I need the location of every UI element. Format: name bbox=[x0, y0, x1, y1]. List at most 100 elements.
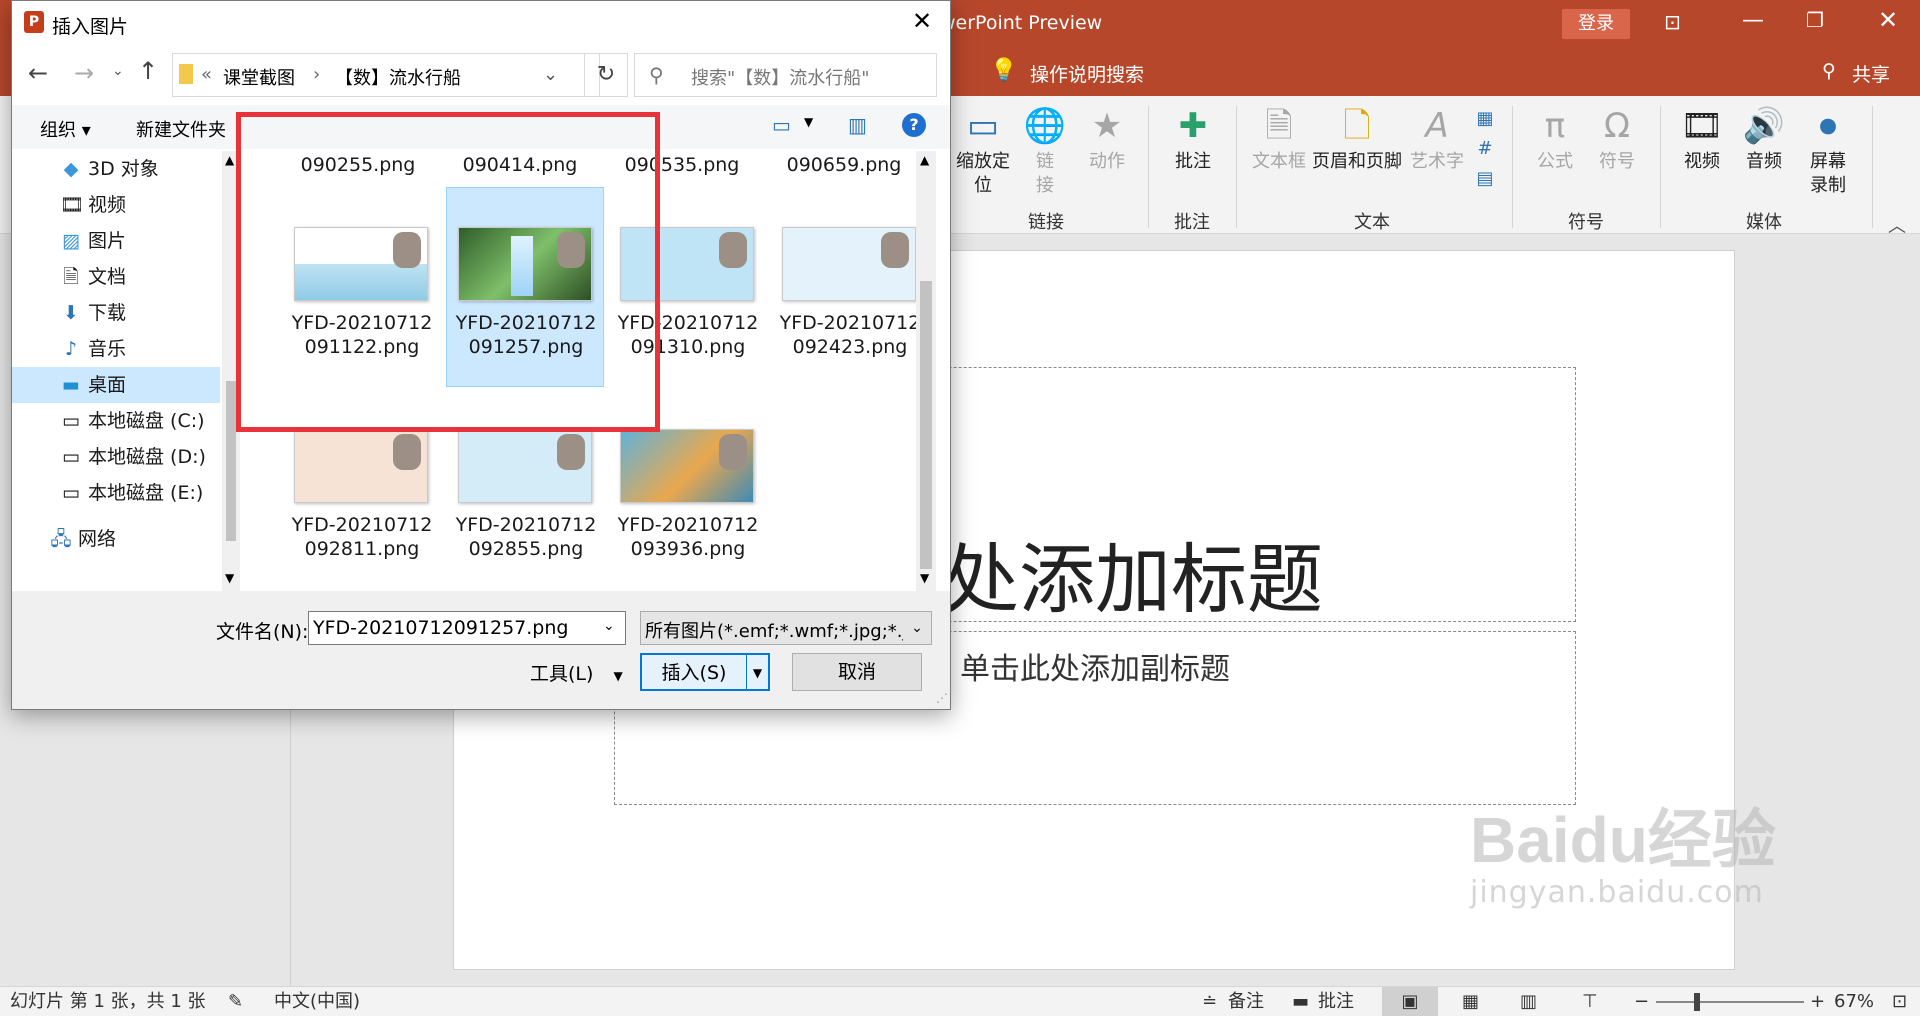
small-insert-buttons[interactable]: ▦ # ▤ bbox=[1470, 104, 1500, 194]
tools-button[interactable]: 工具(L) ▼ bbox=[530, 659, 623, 686]
forward-arrow-icon[interactable]: → bbox=[74, 59, 94, 87]
overflow-icon[interactable]: « bbox=[201, 64, 212, 85]
back-arrow-icon[interactable]: ← bbox=[28, 59, 48, 87]
watermark: Baidu经验 jingyan.baidu.com bbox=[1470, 805, 1776, 911]
insert-dropdown-icon[interactable]: ▼ bbox=[746, 655, 768, 689]
nav-item-drive-c[interactable]: ▭ 本地磁盘 (C:) bbox=[60, 405, 205, 437]
slideshow-icon[interactable]: ⊤ bbox=[1582, 987, 1598, 1016]
preview-pane-icon[interactable]: ▥ bbox=[848, 113, 867, 137]
tools-label: 工具(L) bbox=[530, 663, 594, 685]
nav-item-documents[interactable]: 🗎 文档 bbox=[60, 261, 126, 293]
nav-item-drive-e[interactable]: ▭ 本地磁盘 (E:) bbox=[60, 477, 203, 509]
recent-locations-icon[interactable]: ⌄ bbox=[112, 63, 124, 79]
header-footer-button[interactable]: 🗋 页眉和页脚 bbox=[1310, 104, 1404, 174]
equation-button[interactable]: π 公式 bbox=[1526, 104, 1584, 174]
search-input[interactable]: ⚲ 搜索"【数】流水行船" bbox=[634, 53, 937, 97]
header-footer-icon: 🗋 bbox=[1343, 106, 1371, 146]
textbox-button[interactable]: 🗎 文本框 bbox=[1250, 104, 1308, 174]
status-bar: 幻灯片 第 1 张，共 1 张 ✎ 中文(中国) ≐ 备注 ▬ 批注 ▣ ▦ ▥… bbox=[0, 986, 1920, 1016]
address-bar[interactable]: « 课堂截图 › 【数】流水行船 ⌄ bbox=[172, 53, 600, 97]
textbox-label: 文本框 bbox=[1252, 151, 1306, 172]
breadcrumb-item[interactable]: 【数】流水行船 bbox=[335, 64, 461, 90]
share-icon[interactable]: ⚲ bbox=[1822, 60, 1836, 82]
nav-item-drive-d[interactable]: ▭ 本地磁盘 (D:) bbox=[60, 441, 206, 473]
wordart-button[interactable]: A 艺术字 bbox=[1408, 104, 1466, 174]
organize-button[interactable]: 组织 ▾ bbox=[40, 116, 91, 142]
drive-icon: ▭ bbox=[62, 482, 80, 504]
nav-scroll-thumb[interactable] bbox=[226, 381, 236, 541]
insert-button[interactable]: 插入(S) ▼ bbox=[640, 653, 770, 691]
dialog-close-icon[interactable]: ✕ bbox=[912, 7, 932, 35]
filename-dropdown-icon[interactable]: ⌄ bbox=[603, 618, 615, 634]
audio-button[interactable]: 🔊 音频 bbox=[1736, 104, 1792, 174]
nav-label: 网络 bbox=[78, 528, 117, 550]
group-symbols: 符号 bbox=[1568, 212, 1604, 233]
change-view-icon[interactable]: ▭ bbox=[772, 113, 791, 137]
zoom-slider[interactable] bbox=[1656, 1001, 1804, 1003]
nav-item-pictures[interactable]: ▨ 图片 bbox=[60, 225, 126, 257]
file-name-line1: YFD-20210712 bbox=[291, 514, 433, 536]
notes-button[interactable]: 备注 bbox=[1228, 987, 1264, 1016]
audio-label: 音频 bbox=[1746, 151, 1782, 172]
red-highlight-annotation bbox=[236, 112, 660, 432]
scroll-up-icon[interactable]: ▲ bbox=[920, 153, 929, 167]
file-type-dropdown-icon[interactable]: ⌄ bbox=[903, 612, 931, 644]
object-icon: ▤ bbox=[1476, 168, 1494, 189]
group-text: 文本 bbox=[1354, 212, 1390, 233]
language-indicator[interactable]: 中文(中国) bbox=[274, 987, 360, 1016]
file-item[interactable]: YFD-20210712 092423.png bbox=[770, 187, 928, 387]
symbol-button[interactable]: Ω 符号 bbox=[1588, 104, 1646, 174]
zoom-out-icon[interactable]: − bbox=[1634, 987, 1649, 1016]
nav-item-desktop[interactable]: ▬ 桌面 bbox=[60, 369, 126, 401]
file-type-select[interactable]: 所有图片(*.emf;*.wmf;*.jpg;*.jp ⌄ bbox=[640, 611, 932, 645]
share-button[interactable]: 共享 bbox=[1852, 60, 1890, 87]
action-button[interactable]: ★ 动作 bbox=[1080, 104, 1134, 174]
zoom-slider-thumb[interactable] bbox=[1694, 993, 1700, 1011]
up-arrow-icon[interactable]: ↑ bbox=[138, 57, 158, 85]
comments-icon: ▬ bbox=[1292, 991, 1310, 1012]
close-window-icon[interactable]: ✕ bbox=[1878, 6, 1898, 34]
reading-view-icon[interactable]: ▥ bbox=[1520, 987, 1537, 1016]
nav-item-downloads[interactable]: ⬇ 下载 bbox=[60, 297, 126, 329]
login-button[interactable]: 登录 bbox=[1562, 9, 1630, 39]
scroll-down-icon[interactable]: ▼ bbox=[225, 571, 234, 585]
comment-button[interactable]: ✚ 批注 bbox=[1160, 104, 1226, 174]
file-name[interactable]: 090659.png bbox=[764, 153, 924, 178]
cancel-button[interactable]: 取消 bbox=[792, 653, 922, 691]
file-list-scrollbar[interactable]: ▲ ▼ bbox=[916, 151, 936, 591]
zoom-level[interactable]: 67% bbox=[1834, 987, 1874, 1016]
nav-item-network[interactable]: 🖧 网络 bbox=[50, 523, 116, 555]
tools-dropdown-icon: ▼ bbox=[613, 669, 623, 683]
breadcrumb-item[interactable]: 课堂截图 bbox=[223, 64, 295, 90]
link-button[interactable]: 🌐 链 接 bbox=[1020, 104, 1070, 198]
refresh-icon[interactable]: ↻ bbox=[584, 53, 628, 97]
nav-label: 音乐 bbox=[88, 338, 127, 360]
help-icon[interactable]: ? bbox=[902, 113, 926, 137]
view-dropdown-icon[interactable]: ▼ bbox=[804, 115, 813, 129]
file-scroll-thumb[interactable] bbox=[920, 281, 932, 569]
nav-item-3d-objects[interactable]: ◆ 3D 对象 bbox=[60, 153, 159, 185]
filename-field[interactable]: YFD-20210712091257.png ⌄ bbox=[308, 611, 626, 645]
screen-record-button[interactable]: ⏺ 屏幕 录制 bbox=[1798, 104, 1858, 198]
address-dropdown-icon[interactable]: ⌄ bbox=[543, 64, 558, 85]
action-label: 动作 bbox=[1089, 151, 1125, 172]
new-folder-button[interactable]: 新建文件夹 bbox=[136, 116, 226, 142]
nav-item-videos[interactable]: 🎞 视频 bbox=[60, 189, 126, 221]
fit-slide-icon[interactable]: ⊡ bbox=[1892, 987, 1907, 1016]
zoom-button[interactable]: ▭ 缩放定 位 bbox=[950, 104, 1016, 198]
slide-sorter-icon[interactable]: ▦ bbox=[1462, 987, 1479, 1016]
video-button[interactable]: 🎞 视频 bbox=[1674, 104, 1730, 174]
speaker-icon: 🔊 bbox=[1742, 106, 1786, 146]
resize-grip-icon[interactable]: ⋰ bbox=[936, 691, 948, 705]
restore-icon[interactable]: ❐ bbox=[1806, 8, 1824, 32]
scroll-up-icon[interactable]: ▲ bbox=[225, 153, 234, 167]
nav-item-music[interactable]: ♪ 音乐 bbox=[60, 333, 126, 365]
minimize-icon[interactable]: — bbox=[1742, 8, 1764, 33]
ribbon-display-icon[interactable]: ⊡ bbox=[1664, 10, 1681, 34]
scroll-down-icon[interactable]: ▼ bbox=[920, 571, 929, 585]
spellcheck-icon[interactable]: ✎ bbox=[228, 987, 243, 1016]
tell-me-search[interactable]: 操作说明搜索 bbox=[1030, 60, 1144, 87]
zoom-in-icon[interactable]: + bbox=[1810, 987, 1825, 1016]
normal-view-icon[interactable]: ▣ bbox=[1382, 987, 1438, 1016]
comments-button[interactable]: 批注 bbox=[1318, 987, 1354, 1016]
